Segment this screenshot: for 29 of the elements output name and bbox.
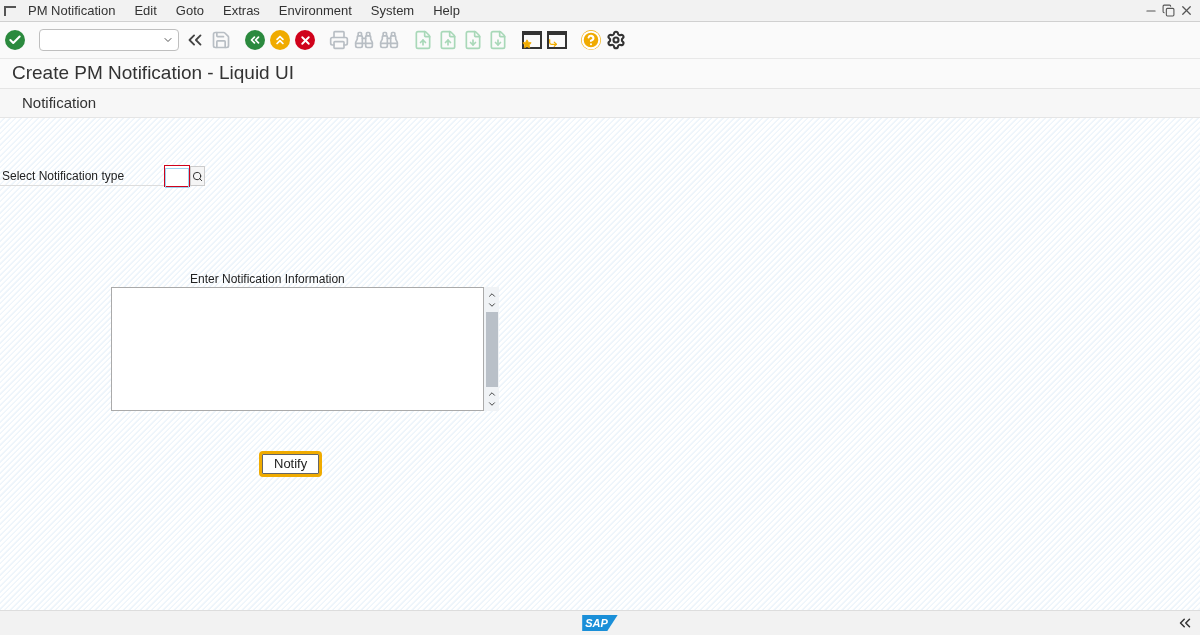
menu-item[interactable]: PM Notification — [28, 0, 116, 21]
menu-item[interactable]: System — [370, 0, 415, 21]
section-title: Notification — [22, 92, 97, 113]
enter-icon[interactable] — [5, 30, 25, 50]
close-icon[interactable] — [1179, 3, 1194, 18]
notification-type-field[interactable] — [164, 165, 190, 187]
sap-logo: SAP — [582, 614, 618, 632]
menu-item[interactable]: Goto — [175, 0, 204, 21]
notify-button[interactable]: Notify — [259, 451, 323, 477]
scroll-down-icon[interactable] — [486, 300, 497, 310]
menu-item[interactable]: Help — [433, 0, 460, 21]
menu-item[interactable]: Environment — [278, 0, 352, 21]
menu-item[interactable]: Extras — [223, 0, 260, 21]
menu-item[interactable]: Edit — [134, 0, 157, 21]
textarea-label: Enter Notification Information — [190, 272, 346, 287]
scroll-up-icon[interactable] — [486, 389, 497, 399]
scrollbar-thumb[interactable] — [485, 312, 498, 387]
back-icon[interactable] — [245, 30, 265, 50]
notification-text-area[interactable] — [111, 287, 484, 411]
search-icon[interactable] — [190, 166, 205, 186]
page-title: Create PM Notification - Liquid UI — [12, 61, 294, 86]
scroll-up-icon[interactable] — [486, 290, 497, 300]
cancel-icon[interactable] — [295, 30, 315, 50]
restore-icon[interactable] — [1162, 4, 1175, 17]
settings-icon[interactable] — [606, 30, 626, 50]
command-field[interactable] — [39, 29, 179, 51]
menu-icon[interactable] — [4, 5, 16, 16]
scroll-down-icon[interactable] — [486, 399, 497, 409]
scrollbar[interactable] — [484, 287, 499, 411]
